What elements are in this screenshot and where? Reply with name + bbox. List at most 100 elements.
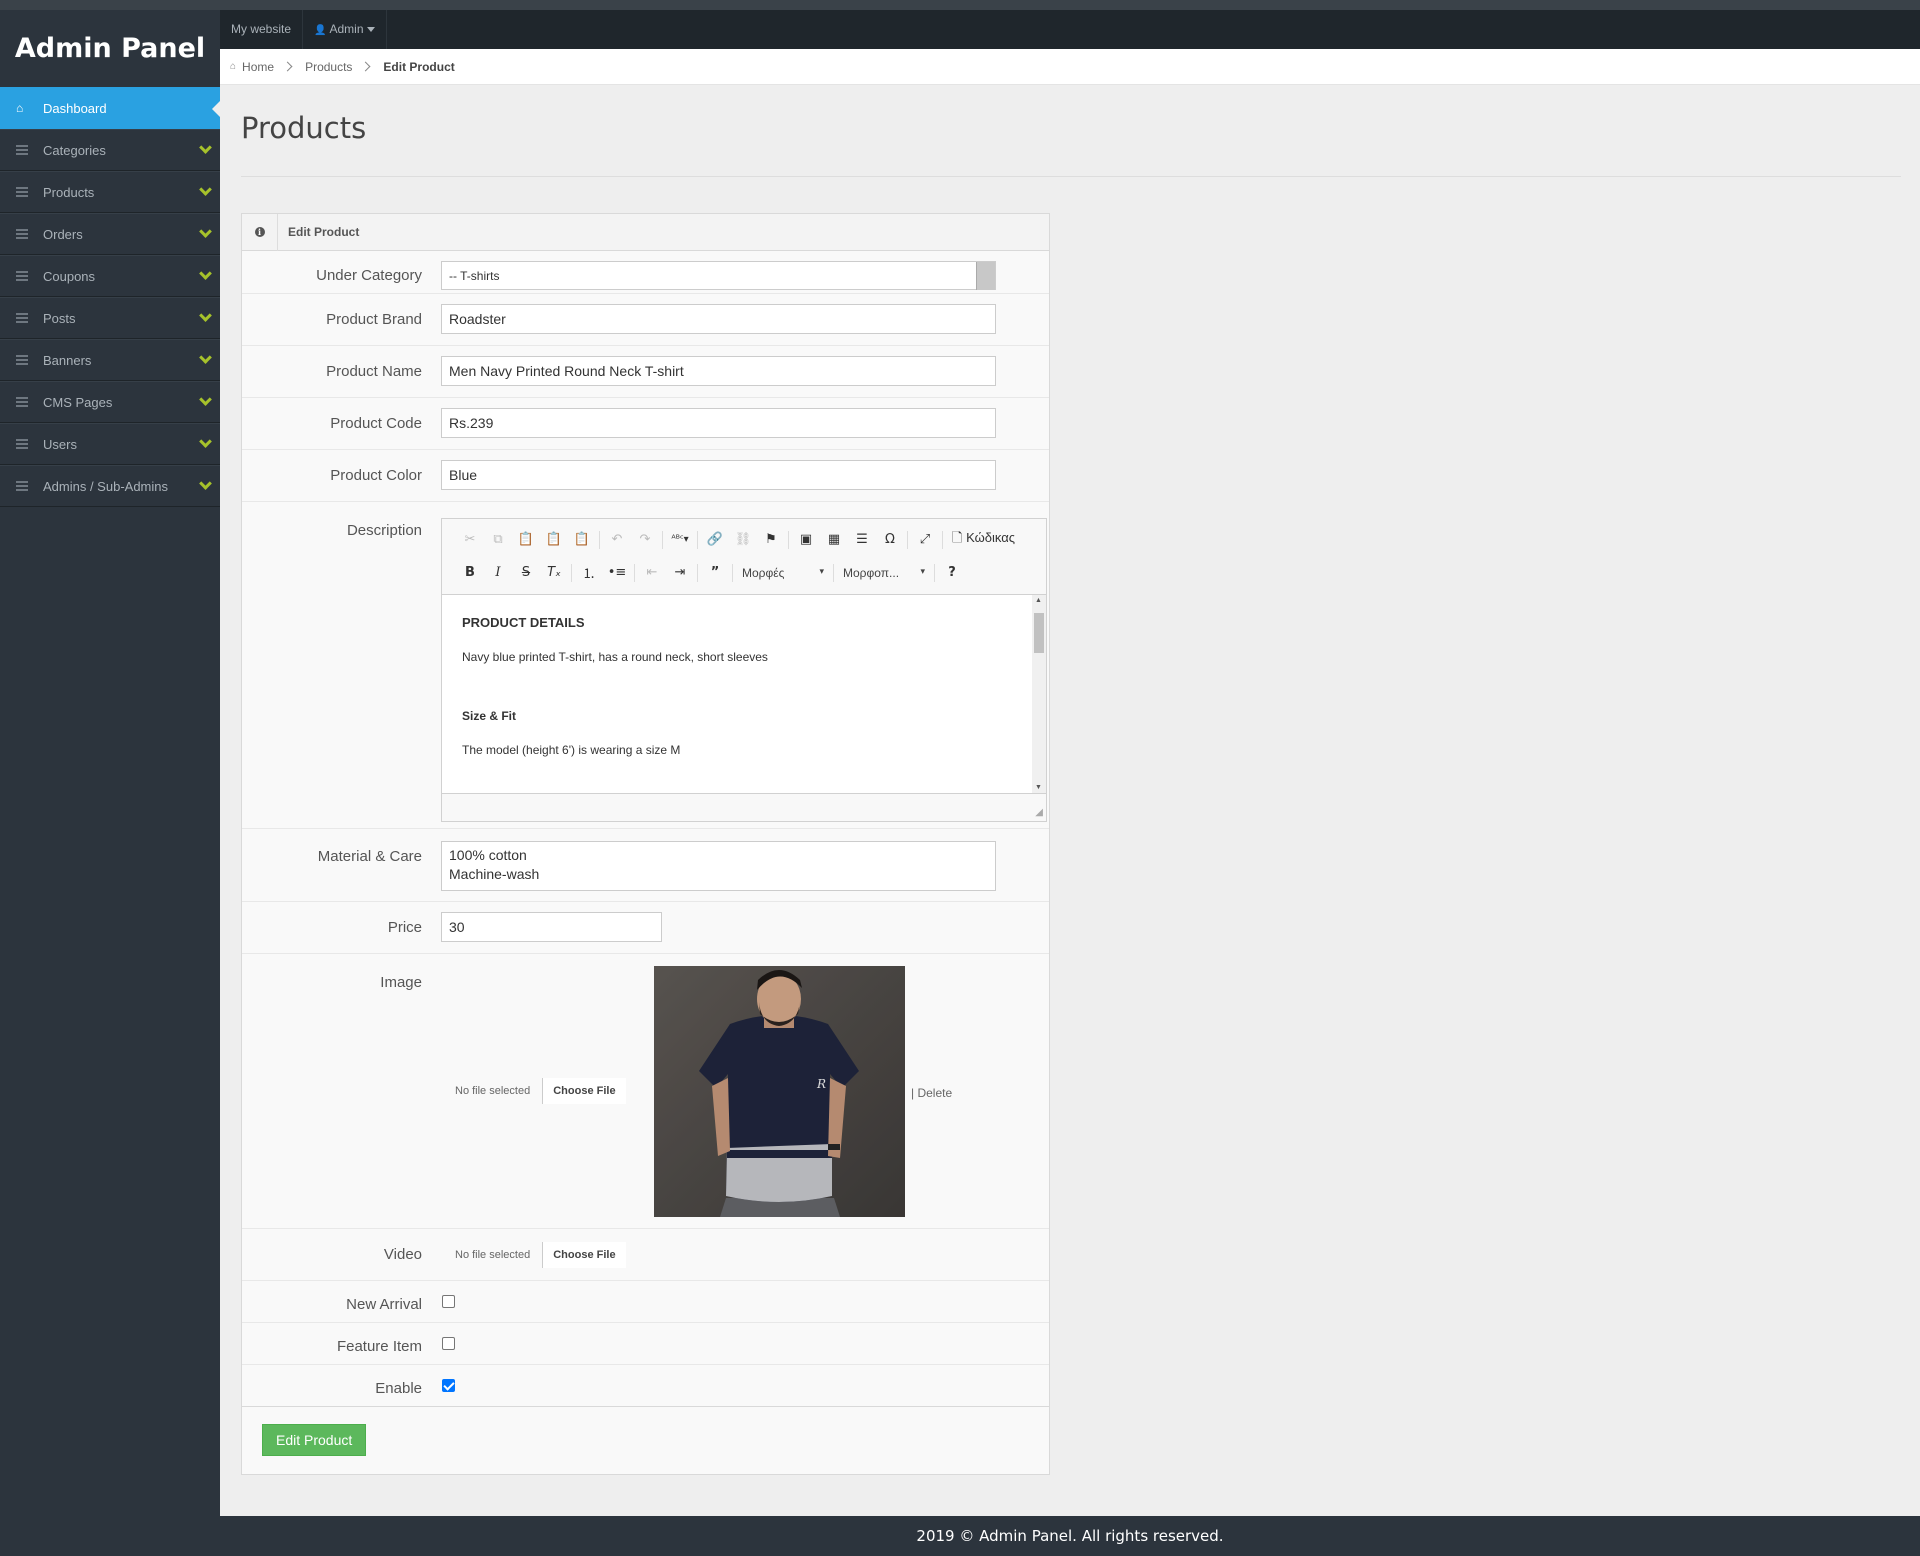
info-icon: i: [242, 213, 278, 251]
sidebar-item-categories[interactable]: Categories: [0, 129, 220, 171]
image-file-input[interactable]: No file selected Choose File: [441, 1078, 626, 1104]
category-select[interactable]: -- T-shirts: [441, 261, 996, 290]
maximize-icon[interactable]: ⤢: [911, 532, 939, 547]
paste-text-icon[interactable]: 📋: [540, 532, 568, 547]
sidebar-item-cms-pages[interactable]: CMS Pages: [0, 381, 220, 423]
feature-item-checkbox[interactable]: [442, 1337, 455, 1350]
cut-icon[interactable]: ✂: [456, 532, 484, 547]
scroll-up-icon[interactable]: ▲: [1035, 597, 1042, 604]
scroll-down-icon[interactable]: ▼: [1035, 784, 1042, 791]
sidebar-item-products[interactable]: Products: [0, 171, 220, 213]
image-icon[interactable]: ▣: [792, 532, 820, 547]
svg-text:R: R: [816, 1077, 826, 1091]
top-strip: [0, 0, 1920, 10]
breadcrumb-products[interactable]: Products: [305, 60, 352, 74]
choose-file-button[interactable]: Choose File: [542, 1078, 626, 1104]
sidebar-item-dashboard[interactable]: ⌂ Dashboard: [0, 87, 220, 129]
description-heading: PRODUCT DETAILS: [462, 615, 585, 630]
paste-word-icon[interactable]: 📋: [568, 532, 596, 547]
footer: 2019 © Admin Panel. All rights reserved.: [220, 1516, 1920, 1556]
source-button[interactable]: 🗋 Κώδικας: [946, 529, 1021, 551]
scrollbar-thumb[interactable]: [1034, 613, 1044, 653]
sidebar-item-label: Coupons: [43, 268, 96, 284]
product-brand-input[interactable]: Roadster: [441, 304, 996, 334]
field-label: Product Name: [326, 363, 422, 380]
blockquote-icon[interactable]: ”: [701, 565, 729, 580]
product-name-input[interactable]: Men Navy Printed Round Neck T-shirt: [441, 356, 996, 386]
spellcheck-icon[interactable]: ᴬᴮᶜ▾: [666, 534, 694, 545]
delete-image-link[interactable]: | Delete: [911, 1086, 952, 1100]
breadcrumb-current: Edit Product: [383, 59, 455, 74]
resize-handle-icon[interactable]: ◢: [1035, 807, 1043, 818]
bulleted-list-icon[interactable]: •≡: [603, 565, 631, 580]
edit-product-button[interactable]: Edit Product: [262, 1424, 367, 1456]
my-website-link[interactable]: My website: [220, 10, 304, 49]
anchor-flag-icon[interactable]: ⚑: [757, 532, 785, 547]
new-arrival-checkbox[interactable]: [442, 1295, 455, 1308]
form-row-category: Under Category -- T-shirts: [242, 252, 1049, 294]
redo-icon[interactable]: ↷: [631, 532, 659, 547]
help-icon[interactable]: ?: [938, 565, 966, 580]
panel-header: i Edit Product: [242, 213, 1049, 251]
list-icon: [16, 313, 28, 323]
sidebar-item-orders[interactable]: Orders: [0, 213, 220, 255]
sidebar-item-users[interactable]: Users: [0, 423, 220, 465]
table-icon[interactable]: ▦: [820, 532, 848, 547]
editor-content-area[interactable]: PRODUCT DETAILS Navy blue printed T-shir…: [442, 594, 1046, 794]
italic-icon[interactable]: I: [484, 565, 512, 580]
unlink-icon[interactable]: ⛓: [729, 532, 757, 547]
sidebar-item-banners[interactable]: Banners: [0, 339, 220, 381]
field-label: Under Category: [316, 267, 422, 284]
editor-scrollbar[interactable]: ▲ ▼: [1032, 595, 1046, 793]
textarea-line: Machine-wash: [449, 866, 540, 882]
admin-dropdown[interactable]: 👤 Admin: [303, 10, 387, 49]
editor-toolbar-row-2: B I S Tₓ ⒈ •≡ ⇤ ⇥ ” Μορφές Μορφοπ...: [442, 556, 1046, 589]
field-label: Product Color: [330, 467, 422, 484]
sidebar-item-posts[interactable]: Posts: [0, 297, 220, 339]
sidebar-item-label: Banners: [43, 352, 92, 368]
video-file-input[interactable]: No file selected Choose File: [441, 1242, 626, 1268]
chevron-down-icon: [199, 309, 212, 322]
chevron-down-icon: [199, 225, 212, 238]
format-label: Μορφοπ...: [843, 565, 900, 580]
sidebar-item-coupons[interactable]: Coupons: [0, 255, 220, 297]
outdent-icon[interactable]: ⇤: [638, 565, 666, 580]
sidebar-item-label: Users: [43, 436, 77, 452]
sidebar-item-label: CMS Pages: [43, 394, 113, 410]
numbered-list-icon[interactable]: ⒈: [575, 563, 603, 582]
field-label: Description: [346, 522, 422, 539]
strikethrough-icon[interactable]: S: [512, 565, 540, 580]
list-icon: [16, 481, 28, 491]
styles-dropdown[interactable]: Μορφές: [736, 566, 830, 580]
product-code-input[interactable]: Rs.239: [441, 408, 996, 438]
sidebar-item-label: Products: [43, 184, 95, 200]
enable-checkbox[interactable]: [442, 1379, 455, 1392]
field-label: Enable: [375, 1380, 422, 1397]
form-row-material: Material & Care 100% cotton Machine-wash: [242, 829, 1049, 902]
material-care-textarea[interactable]: 100% cotton Machine-wash: [441, 841, 996, 891]
paste-icon[interactable]: 📋: [512, 532, 540, 547]
sidebar-item-label: Posts: [43, 310, 76, 326]
product-color-input[interactable]: Blue: [441, 460, 996, 490]
list-icon: [16, 355, 28, 365]
undo-icon[interactable]: ↶: [603, 532, 631, 547]
breadcrumb-home[interactable]: Home: [242, 60, 274, 74]
indent-icon[interactable]: ⇥: [666, 565, 694, 580]
price-input[interactable]: 30: [441, 912, 662, 942]
special-char-icon[interactable]: Ω: [876, 532, 904, 547]
file-icon: 🗋: [952, 529, 963, 545]
bold-icon[interactable]: B: [456, 565, 484, 580]
copy-icon[interactable]: ⧉: [484, 532, 512, 547]
horizontal-line-icon[interactable]: ☰: [848, 532, 876, 547]
form-row-price: Price 30: [242, 902, 1049, 954]
textarea-line: 100% cotton: [449, 847, 527, 863]
panel-title: Edit Product: [288, 225, 360, 239]
remove-format-icon[interactable]: Tₓ: [540, 565, 568, 580]
format-dropdown[interactable]: Μορφοπ...: [837, 566, 931, 580]
chevron-right-icon: [360, 61, 371, 72]
choose-file-button[interactable]: Choose File: [542, 1242, 626, 1268]
link-icon[interactable]: 🔗: [701, 532, 729, 547]
sidebar-item-admins[interactable]: Admins / Sub-Admins: [0, 465, 220, 507]
main-content: ⌂ Home Products Edit Product Products i …: [220, 49, 1920, 1516]
field-label: Price: [387, 919, 422, 936]
